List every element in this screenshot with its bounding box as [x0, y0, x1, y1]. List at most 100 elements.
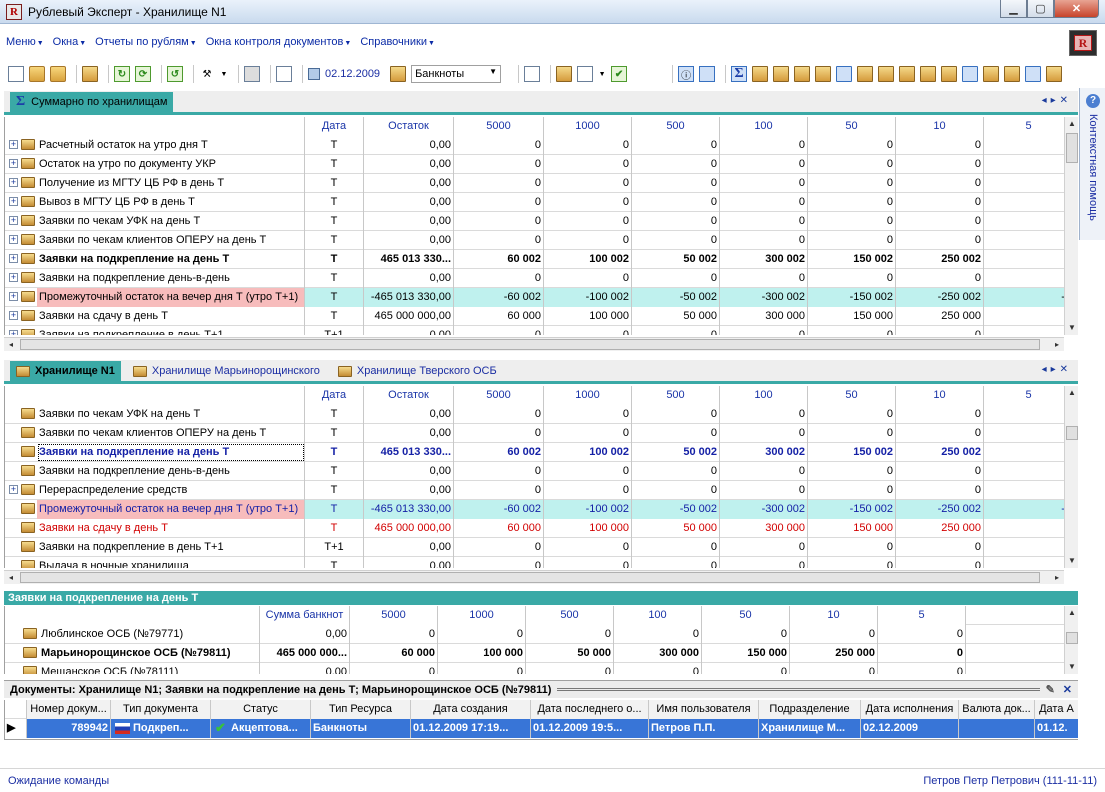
- calendar-icon[interactable]: [308, 68, 320, 80]
- table-row[interactable]: Заявки по чекам клиентов ОПЕРУ на день Т…: [5, 424, 1078, 443]
- folder-up-icon[interactable]: [50, 66, 66, 82]
- table-row[interactable]: + Получение из МГТУ ЦБ РФ в день Т Т 0,00 0 0…: [5, 174, 1078, 193]
- column-header[interactable]: 50: [808, 386, 896, 405]
- column-header[interactable]: 5: [984, 386, 1074, 405]
- column-header[interactable]: 500: [632, 117, 720, 136]
- info-toggle-icon[interactable]: ⓘ: [678, 66, 695, 82]
- refresh-all-icon[interactable]: ⟳: [135, 66, 151, 82]
- menu-main[interactable]: Меню▼: [6, 36, 44, 48]
- scroll-left-icon[interactable]: ◂: [4, 338, 18, 352]
- storage-12-icon[interactable]: [983, 66, 1000, 82]
- column-header[interactable]: Статус: [211, 700, 311, 719]
- scroll-up-icon[interactable]: ▲: [1065, 386, 1079, 400]
- tab-storage-n1[interactable]: Хранилище N1: [10, 361, 121, 381]
- column-header[interactable]: Дата создания: [411, 700, 531, 719]
- storage-9-icon[interactable]: [920, 66, 937, 82]
- report-icon[interactable]: [524, 66, 541, 82]
- table-row[interactable]: + Расчетный остаток на утро дня Т Т 0,00 0 0 0…: [5, 136, 1078, 155]
- maximize-button[interactable]: ▢: [1027, 0, 1054, 18]
- menu-windows[interactable]: Окна▼: [53, 36, 87, 48]
- expand-icon[interactable]: +: [9, 140, 18, 149]
- copy-icon[interactable]: [276, 66, 292, 82]
- expand-icon[interactable]: +: [9, 330, 18, 335]
- table-row[interactable]: +Вывоз в МГТУ ЦБ РФ в день ТТ0,000000000: [5, 193, 1078, 212]
- scroll-thumb[interactable]: [1066, 133, 1078, 163]
- column-header[interactable]: Дата последнего о...: [531, 700, 649, 719]
- scroll-up-icon[interactable]: ▲: [1065, 606, 1079, 620]
- requests-vscroll[interactable]: ▲ ▼: [1064, 606, 1078, 674]
- column-header[interactable]: 50: [702, 606, 790, 625]
- scroll-down-icon[interactable]: ▼: [1065, 321, 1079, 335]
- scroll-left-icon[interactable]: ◂: [4, 571, 18, 585]
- table-row[interactable]: +Перераспределение средствТ0,000000000: [5, 481, 1078, 500]
- storage-8-icon[interactable]: [899, 66, 916, 82]
- menu-ruble-reports[interactable]: Отчеты по рублям▼: [95, 36, 197, 48]
- scroll-down-icon[interactable]: ▼: [1065, 554, 1079, 568]
- tab-summary[interactable]: Σ Суммарно по хранилищам: [10, 92, 174, 112]
- table-row[interactable]: + Заявки по чекам УФК на день Т Т 0,00 0 0 0 0 0…: [5, 212, 1078, 231]
- doc-dropdown-icon[interactable]: ▼: [598, 66, 606, 82]
- storage-10-icon[interactable]: [941, 66, 958, 82]
- storage-1-icon[interactable]: [752, 66, 769, 82]
- column-header[interactable]: Дата: [305, 386, 364, 405]
- storage-7-icon[interactable]: [878, 66, 895, 82]
- stamp-icon[interactable]: [556, 66, 573, 82]
- expand-icon[interactable]: +: [9, 311, 18, 320]
- column-header[interactable]: 5000: [454, 117, 544, 136]
- column-header[interactable]: 1000: [544, 117, 632, 136]
- expand-icon[interactable]: +: [9, 178, 18, 187]
- tools-dropdown-icon[interactable]: ▼: [220, 66, 228, 82]
- table-row[interactable]: Заявки на сдачу в день Т Т 465 000 000,00 6…: [5, 519, 1078, 538]
- column-header[interactable]: Дата исполнения: [861, 700, 959, 719]
- storage-11-icon[interactable]: [962, 66, 979, 82]
- column-header[interactable]: Валюта док...: [959, 700, 1035, 719]
- table-row[interactable]: + Заявки на сдачу в день Т Т 465 000 000,00…: [5, 307, 1078, 326]
- check-icon[interactable]: ✔: [611, 66, 628, 82]
- document-row[interactable]: ▶ 789942 Подкреп... Акцептова... ✔ Банкноты 01…: [5, 719, 1078, 738]
- column-header[interactable]: 100: [720, 117, 808, 136]
- expand-icon[interactable]: +: [9, 235, 18, 244]
- context-help-label[interactable]: Контекстная помощь: [1082, 114, 1104, 234]
- document-icon[interactable]: [577, 66, 594, 82]
- sum-icon[interactable]: Σ: [731, 66, 748, 82]
- refresh-icon[interactable]: ↻: [114, 66, 130, 82]
- storage-14-icon[interactable]: [1025, 66, 1042, 82]
- menu-references[interactable]: Справочники▼: [360, 36, 435, 48]
- table-row[interactable]: Заявки на подкрепление на день Т Т 465 013…: [5, 443, 1078, 462]
- column-header[interactable]: Тип Ресурса: [311, 700, 411, 719]
- column-header[interactable]: 500: [526, 606, 614, 625]
- table-row[interactable]: Заявки по чекам УФК на день Т Т 0,00 0 0 0 0 0 0…: [5, 405, 1078, 424]
- current-date[interactable]: 02.12.2009: [325, 68, 380, 80]
- tab-storage-tver[interactable]: Хранилище Тверского ОСБ: [332, 361, 503, 381]
- currency-select[interactable]: Банкноты ▼: [411, 65, 502, 83]
- storage-4-icon[interactable]: [815, 66, 832, 82]
- scroll-up-icon[interactable]: ▲: [1065, 117, 1079, 131]
- scroll-thumb[interactable]: [20, 339, 1040, 350]
- expand-icon[interactable]: +: [9, 159, 18, 168]
- summary-vscroll[interactable]: ▲ ▼: [1064, 117, 1078, 335]
- column-header[interactable]: 5000: [454, 386, 544, 405]
- table-row[interactable]: + Заявки по чекам клиентов ОПЕРУ на день …: [5, 231, 1078, 250]
- storage-2-icon[interactable]: [773, 66, 790, 82]
- table-row[interactable]: Выдача в ночные хранилищаТ0,000000000: [5, 557, 1078, 568]
- pin-icon[interactable]: ✎: [1046, 683, 1055, 696]
- storage-15-icon[interactable]: [1046, 66, 1063, 82]
- panel-nav-controls[interactable]: ◂▸✕: [1042, 95, 1072, 106]
- expand-icon[interactable]: +: [9, 273, 18, 282]
- table-row[interactable]: Марьинорощинское ОСБ (№79811) 465 000 000…: [5, 644, 1078, 663]
- table-row[interactable]: + Промежуточный остаток на вечер дня Т (у…: [5, 288, 1078, 307]
- column-header[interactable]: Остаток: [364, 386, 454, 405]
- storage-13-icon[interactable]: [1004, 66, 1021, 82]
- column-header[interactable]: Сумма банкнот: [260, 606, 350, 625]
- expand-icon[interactable]: +: [9, 216, 18, 225]
- table-row[interactable]: + Остаток на утро по документу УКР Т 0,00 0 0…: [5, 155, 1078, 174]
- column-header[interactable]: Имя пользователя: [649, 700, 759, 719]
- money-view-icon[interactable]: [699, 66, 716, 82]
- tools-icon[interactable]: ⚒: [199, 66, 215, 82]
- table-row[interactable]: + Заявки на подкрепление на день Т Т 465 01…: [5, 250, 1078, 269]
- print-icon[interactable]: [82, 66, 98, 82]
- dropdown-arrow-icon[interactable]: ▼: [489, 67, 497, 76]
- summary-hscroll[interactable]: ◂ ▸: [4, 337, 1064, 351]
- column-header[interactable]: Дата: [305, 117, 364, 136]
- scroll-right-icon[interactable]: ▸: [1050, 338, 1064, 352]
